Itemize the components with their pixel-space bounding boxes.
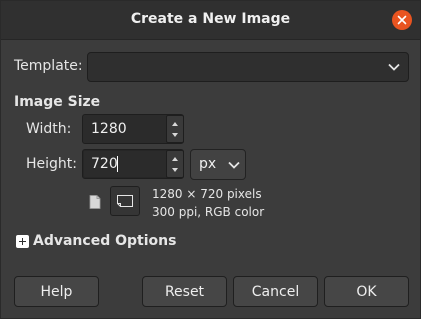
- image-size-heading: Image Size: [14, 94, 101, 110]
- template-label: Template:: [14, 58, 83, 74]
- unit-value: px: [199, 156, 217, 172]
- template-combo[interactable]: [87, 52, 409, 82]
- portrait-orientation-icon: [89, 195, 101, 209]
- expand-plus-icon[interactable]: [16, 235, 29, 248]
- cancel-button[interactable]: Cancel: [233, 276, 318, 307]
- advanced-options-expander[interactable]: Advanced Options: [33, 233, 176, 249]
- height-value[interactable]: 720: [91, 156, 118, 172]
- landscape-orientation-icon: [117, 195, 133, 207]
- image-resolution-info: 300 ppi, RGB color: [152, 205, 265, 219]
- image-pixel-info: 1280 × 720 pixels: [152, 187, 262, 201]
- help-button[interactable]: Help: [14, 276, 99, 307]
- height-stepper[interactable]: [166, 150, 184, 178]
- height-label: Height:: [26, 156, 77, 172]
- chevron-down-icon: [388, 63, 400, 71]
- ok-button[interactable]: OK: [324, 276, 409, 307]
- chevron-down-icon: [228, 161, 240, 169]
- text-cursor: [117, 156, 118, 172]
- height-decrement-icon[interactable]: [172, 168, 178, 172]
- width-decrement-icon[interactable]: [172, 133, 178, 137]
- dialog-title: Create a New Image: [130, 11, 291, 27]
- close-button[interactable]: [392, 10, 412, 30]
- unit-select[interactable]: px: [190, 149, 246, 180]
- height-spinbutton[interactable]: 720: [82, 149, 184, 179]
- width-label: Width:: [26, 121, 72, 137]
- portrait-button[interactable]: [87, 193, 103, 211]
- width-value[interactable]: 1280: [91, 121, 127, 137]
- width-spinbutton[interactable]: 1280: [82, 114, 184, 144]
- create-new-image-dialog: Create a New Image Template: Image Size …: [0, 0, 421, 319]
- close-icon: [397, 15, 407, 25]
- width-stepper[interactable]: [166, 115, 184, 143]
- landscape-button[interactable]: [110, 186, 140, 216]
- reset-button[interactable]: Reset: [142, 276, 227, 307]
- height-increment-icon[interactable]: [172, 157, 178, 161]
- title-bar[interactable]: Create a New Image: [1, 1, 420, 40]
- width-increment-icon[interactable]: [172, 122, 178, 126]
